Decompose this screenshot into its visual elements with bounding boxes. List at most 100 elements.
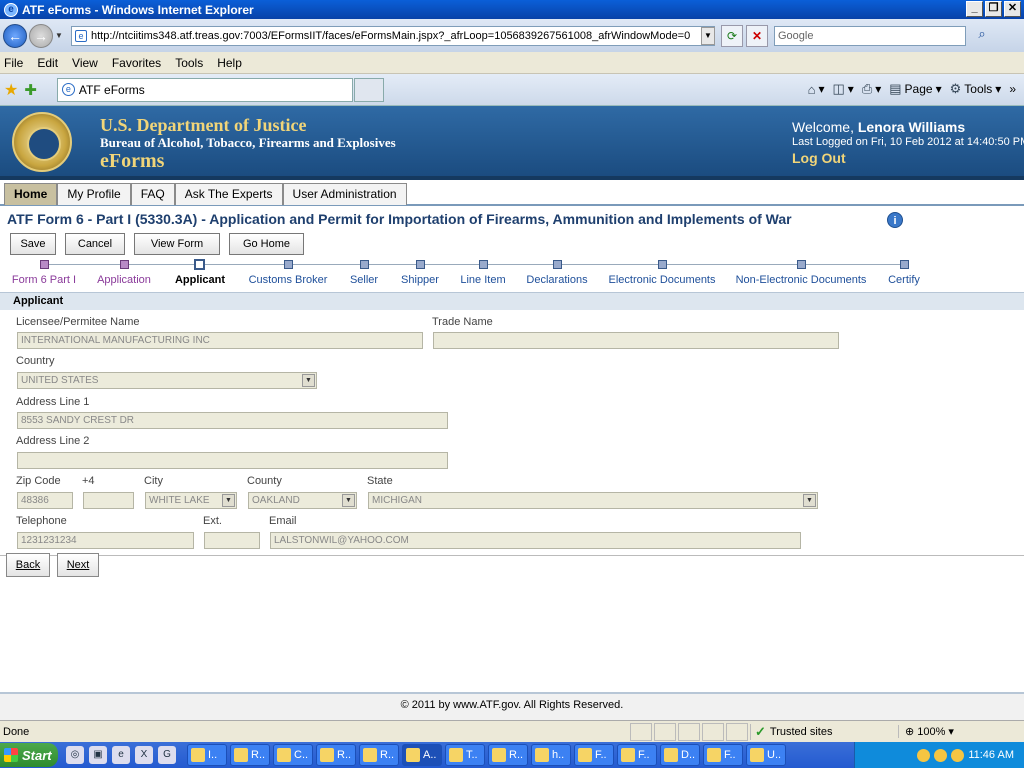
train-stop-marker[interactable] — [360, 260, 369, 269]
trade-name-field[interactable] — [433, 332, 839, 349]
taskbar-window-button[interactable]: U.. — [746, 744, 786, 766]
go-home-button[interactable]: Go Home — [229, 233, 304, 255]
start-button[interactable]: Start — [0, 743, 58, 767]
train-stop-label[interactable]: Application — [97, 274, 151, 286]
menu-edit[interactable]: Edit — [37, 56, 58, 70]
browser-tab[interactable]: e ATF eForms — [56, 77, 353, 102]
ext-field[interactable] — [204, 532, 260, 549]
back-nav-button[interactable]: ← — [3, 23, 27, 48]
taskbar-window-button[interactable]: h.. — [531, 744, 571, 766]
taskbar-window-button[interactable]: C.. — [273, 744, 313, 766]
train-stop-label[interactable]: Certify — [888, 274, 920, 286]
train-stop-label[interactable]: Declarations — [526, 274, 587, 286]
feeds-command[interactable]: ◫ ▾ — [832, 81, 853, 97]
save-button[interactable]: Save — [10, 233, 56, 255]
taskbar-window-button[interactable]: R.. — [316, 744, 356, 766]
train-stop-label[interactable]: Line Item — [460, 274, 505, 286]
info-icon[interactable]: i — [887, 212, 903, 228]
email-field[interactable]: LALSTONWIL@YAHOO.COM — [270, 532, 801, 549]
close-button[interactable]: ✕ — [1004, 1, 1021, 17]
train-stop-marker[interactable] — [194, 259, 205, 270]
train-stop-marker[interactable] — [120, 260, 129, 269]
refresh-icon[interactable]: ⟳ — [721, 24, 743, 47]
history-dropdown-icon[interactable]: ▼ — [55, 31, 67, 40]
zip-field[interactable]: 48386 — [17, 492, 73, 509]
address1-field[interactable]: 8553 SANDY CREST DR — [17, 412, 448, 429]
train-stop-label[interactable]: Shipper — [401, 274, 439, 286]
search-input[interactable]: Google — [774, 25, 966, 46]
tab-my-profile[interactable]: My Profile — [57, 183, 131, 205]
tray-icon[interactable] — [917, 748, 931, 762]
print-command[interactable]: ⎙ ▾ — [862, 81, 881, 97]
train-stop-marker[interactable] — [40, 260, 49, 269]
stop-icon[interactable]: ✕ — [746, 24, 768, 47]
taskbar-window-button[interactable]: F.. — [617, 744, 657, 766]
quicklaunch-icon[interactable]: ◎ — [66, 746, 84, 764]
country-select[interactable]: UNITED STATES ▼ — [17, 372, 317, 389]
menu-tools[interactable]: Tools — [175, 56, 203, 70]
security-zone[interactable]: ✓ Trusted sites — [750, 723, 898, 740]
telephone-field[interactable]: 1231231234 — [17, 532, 194, 549]
taskbar-window-button[interactable]: R.. — [230, 744, 270, 766]
quicklaunch-icon[interactable]: G — [158, 746, 176, 764]
cancel-button[interactable]: Cancel — [65, 233, 125, 255]
menu-file[interactable]: File — [4, 56, 23, 70]
tab-ask-the-experts[interactable]: Ask The Experts — [174, 183, 283, 205]
favorites-star-icon[interactable]: ★ — [4, 80, 18, 100]
tray-icon[interactable] — [934, 748, 948, 762]
train-stop-label[interactable]: Form 6 Part I — [12, 274, 76, 286]
next-button[interactable]: Next — [57, 553, 99, 577]
tools-menu[interactable]: ⚙ Tools ▾ — [950, 81, 1002, 97]
logout-link[interactable]: Log Out — [792, 150, 846, 166]
quicklaunch-ie-icon[interactable]: e — [112, 746, 130, 764]
train-stop-marker[interactable] — [900, 260, 909, 269]
train-stop-marker[interactable] — [479, 260, 488, 269]
tab-faq[interactable]: FAQ — [130, 183, 175, 205]
address-dropdown-button[interactable]: ▼ — [701, 26, 715, 45]
more-commands-icon[interactable]: » — [1009, 82, 1016, 96]
taskbar-window-button[interactable]: R.. — [359, 744, 399, 766]
train-stop-marker[interactable] — [797, 260, 806, 269]
tray-icon[interactable] — [951, 748, 965, 762]
view-form-button[interactable]: View Form — [134, 233, 220, 255]
train-stop-marker[interactable] — [416, 260, 425, 269]
licensee-field[interactable]: INTERNATIONAL MANUFACTURING INC — [17, 332, 423, 349]
county-select[interactable]: OAKLAND ▼ — [248, 492, 357, 509]
menu-help[interactable]: Help — [217, 56, 242, 70]
home-command[interactable]: ⌂ ▾ — [808, 82, 825, 97]
back-button[interactable]: Back — [6, 553, 50, 577]
train-stop-label[interactable]: Seller — [350, 274, 378, 286]
menu-view[interactable]: View — [72, 56, 98, 70]
city-select[interactable]: WHITE LAKE ▼ — [145, 492, 237, 509]
taskbar-window-button[interactable]: D.. — [660, 744, 700, 766]
search-icon[interactable]: ⌕ — [972, 26, 992, 46]
zoom-control[interactable]: ⊕ 100% ▾ — [898, 725, 954, 738]
restore-button[interactable]: ❐ — [985, 1, 1002, 17]
minimize-button[interactable]: _ — [966, 1, 983, 17]
taskbar-window-button[interactable]: T.. — [445, 744, 485, 766]
new-tab-button[interactable] — [353, 77, 384, 102]
forward-nav-button[interactable]: → — [29, 23, 53, 48]
quicklaunch-icon[interactable]: ▣ — [89, 746, 107, 764]
menu-favorites[interactable]: Favorites — [112, 56, 161, 70]
train-stop-label[interactable]: Applicant — [175, 274, 225, 286]
train-stop-label[interactable]: Non-Electronic Documents — [736, 274, 867, 286]
taskbar-window-button[interactable]: F.. — [703, 744, 743, 766]
tab-user-administration[interactable]: User Administration — [282, 183, 407, 205]
taskbar-window-button[interactable]: A.. — [402, 744, 442, 766]
train-stop-marker[interactable] — [553, 260, 562, 269]
state-select[interactable]: MICHIGAN ▼ — [368, 492, 818, 509]
taskbar-window-button[interactable]: F.. — [574, 744, 614, 766]
train-stop-marker[interactable] — [658, 260, 667, 269]
page-menu[interactable]: ▤ Page ▾ — [889, 81, 941, 97]
address-input[interactable]: e http://ntciitims348.atf.treas.gov:7003… — [71, 25, 715, 46]
train-stop-label[interactable]: Electronic Documents — [609, 274, 716, 286]
taskbar-window-button[interactable]: I.. — [187, 744, 227, 766]
train-stop-marker[interactable] — [284, 260, 293, 269]
quicklaunch-excel-icon[interactable]: X — [135, 746, 153, 764]
train-stop-label[interactable]: Customs Broker — [249, 274, 328, 286]
plus4-field[interactable] — [83, 492, 134, 509]
taskbar-window-button[interactable]: R.. — [488, 744, 528, 766]
add-favorite-icon[interactable]: ✚ — [24, 81, 37, 99]
tab-home[interactable]: Home — [4, 183, 58, 205]
